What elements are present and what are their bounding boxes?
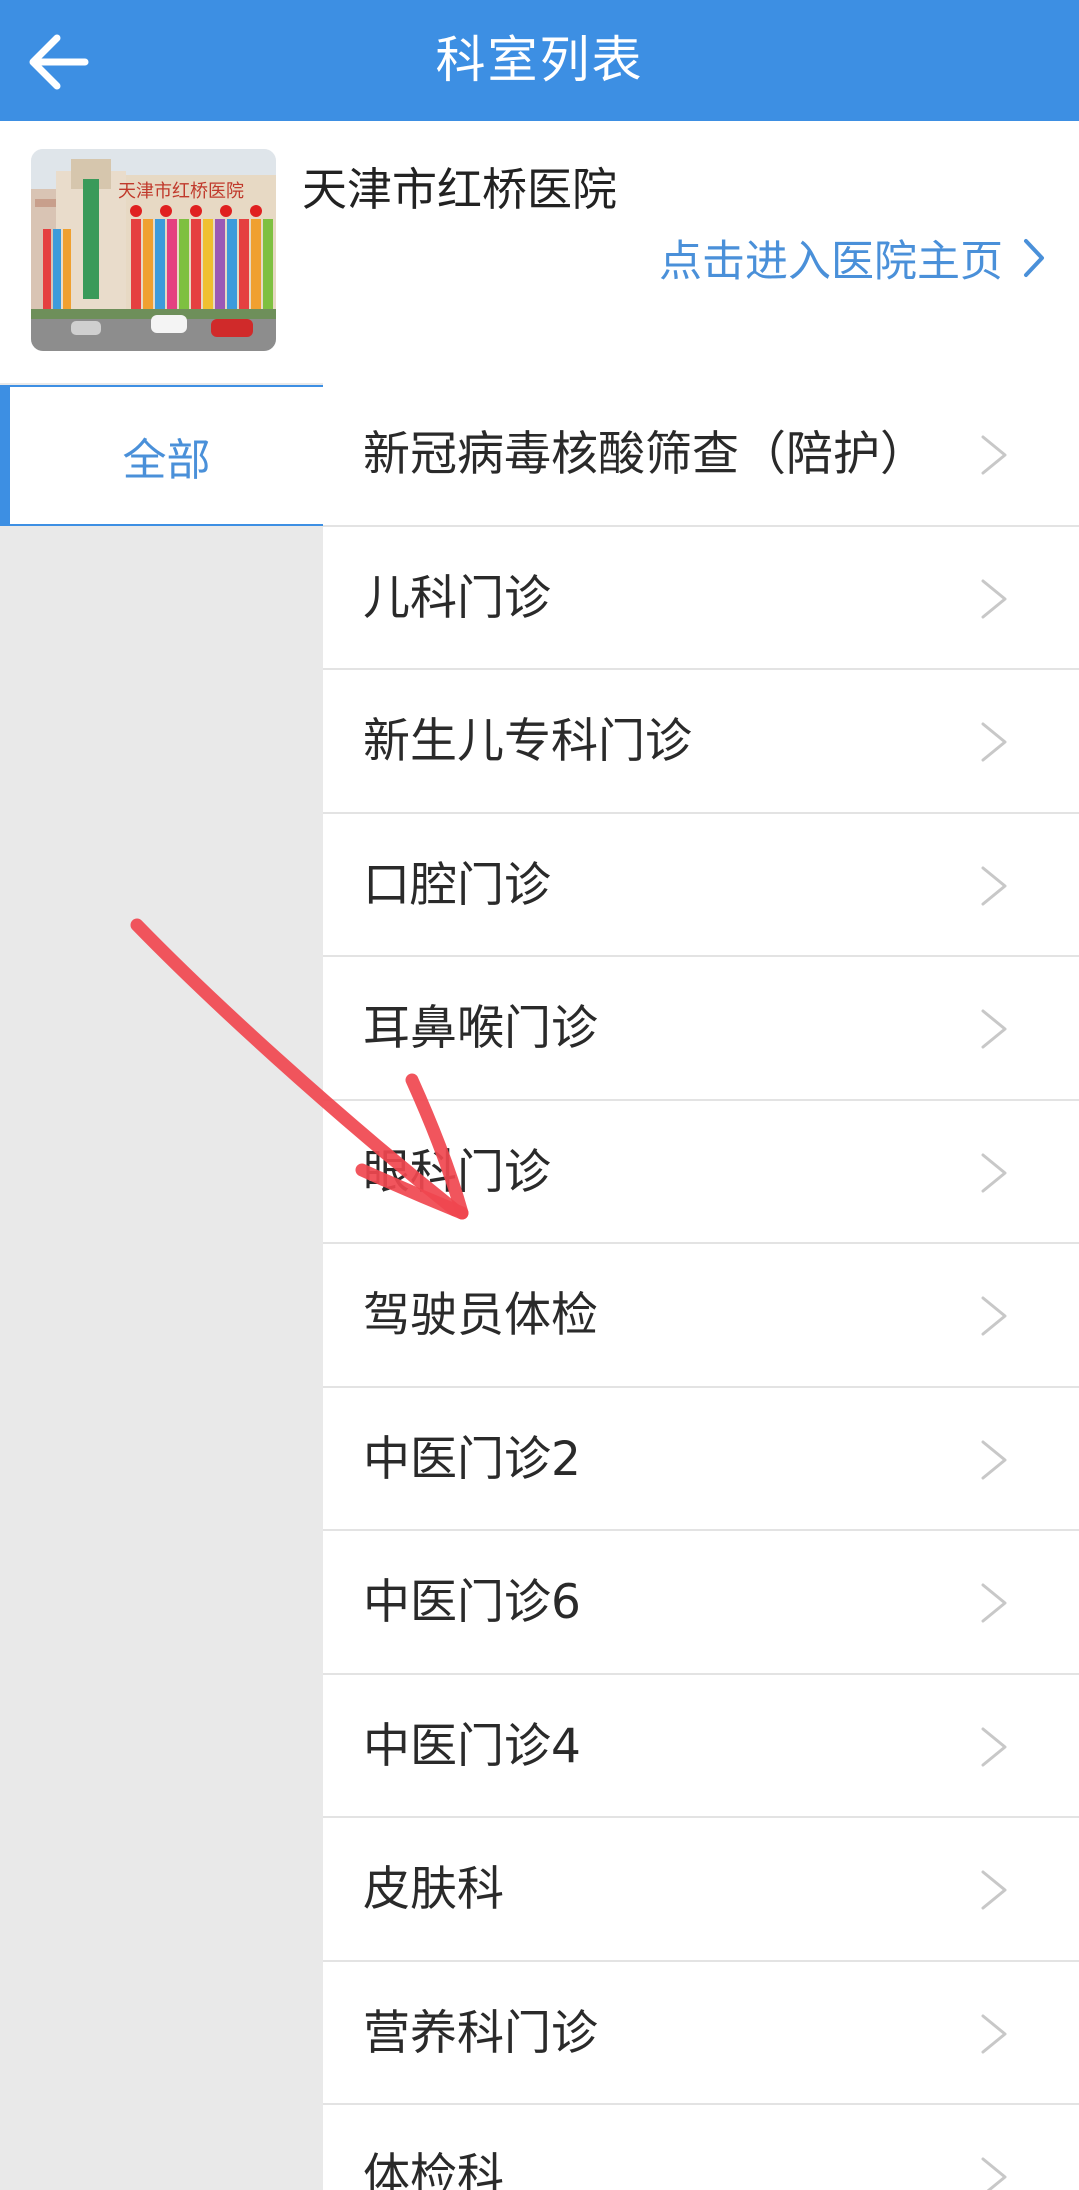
department-label: 体检科	[363, 2149, 504, 2190]
category-sidebar: 全部	[0, 383, 323, 2190]
chevron-right-icon	[981, 579, 1007, 618]
department-label: 皮肤科	[363, 1862, 504, 1917]
list-item[interactable]: 耳鼻喉门诊	[323, 957, 1079, 1101]
department-label: 新生儿专科门诊	[363, 714, 692, 769]
list-item[interactable]: 体检科	[323, 2105, 1079, 2190]
list-item[interactable]: 眼科门诊	[323, 1101, 1079, 1244]
chevron-right-icon	[981, 1583, 1007, 1623]
app-screen: 科室列表 天津市红桥医院 天津市红桥医院 点击进入医院主页 全部 新冠病毒核酸筛…	[0, 0, 1079, 2190]
sidebar-item-all[interactable]: 全部	[0, 385, 323, 526]
hospital-homepage-link[interactable]: 点击进入医院主页	[659, 227, 1045, 289]
back-button[interactable]	[18, 22, 98, 102]
list-item[interactable]: 中医门诊6	[323, 1531, 1079, 1675]
chevron-right-icon	[981, 866, 1007, 905]
hospital-photo: 天津市红桥医院	[31, 149, 276, 351]
department-label: 驾驶员体检	[363, 1288, 598, 1343]
department-label: 耳鼻喉门诊	[363, 1001, 598, 1056]
department-label: 口腔门诊	[363, 857, 551, 913]
department-label: 眼科门诊	[363, 1144, 551, 1200]
list-item[interactable]: 儿科门诊	[323, 527, 1079, 670]
list-item[interactable]: 新冠病毒核酸筛查（陪护）	[323, 383, 1079, 527]
chevron-right-icon	[981, 435, 1007, 475]
list-item[interactable]: 营养科门诊	[323, 1962, 1079, 2105]
chevron-right-icon	[981, 2157, 1007, 2190]
chevron-right-icon	[981, 1440, 1007, 1479]
chevron-right-icon	[981, 1727, 1007, 1766]
sidebar-item-label: 全部	[122, 434, 211, 486]
list-item[interactable]: 驾驶员体检	[323, 1244, 1079, 1388]
hospital-sign-text: 天津市红桥医院	[118, 181, 244, 202]
list-item[interactable]: 皮肤科	[323, 1818, 1079, 1962]
department-label: 中医门诊6	[363, 1575, 581, 1630]
department-label: 中医门诊2	[363, 1431, 581, 1487]
chevron-right-icon	[981, 722, 1007, 762]
list-item[interactable]: 口腔门诊	[323, 814, 1079, 957]
chevron-right-icon	[981, 1153, 1007, 1192]
hospital-building-image: 天津市红桥医院	[31, 149, 276, 351]
arrow-left-icon	[29, 34, 89, 90]
department-label: 营养科门诊	[363, 2005, 598, 2061]
chevron-right-icon	[1023, 238, 1045, 278]
department-label: 新冠病毒核酸筛查（陪护）	[363, 427, 927, 482]
hospital-card: 天津市红桥医院 天津市红桥医院 点击进入医院主页	[0, 121, 1079, 383]
department-label: 儿科门诊	[363, 570, 551, 626]
hospital-name: 天津市红桥医院	[302, 163, 618, 216]
list-item[interactable]: 新生儿专科门诊	[323, 670, 1079, 814]
chevron-right-icon	[981, 2014, 1007, 2053]
chevron-right-icon	[981, 1009, 1007, 1049]
chevron-right-icon	[981, 1296, 1007, 1336]
list-item[interactable]: 中医门诊2	[323, 1388, 1079, 1531]
page-title: 科室列表	[435, 31, 644, 89]
list-item[interactable]: 中医门诊4	[323, 1675, 1079, 1818]
department-label: 中医门诊4	[363, 1718, 581, 1774]
department-list: 新冠病毒核酸筛查（陪护） 儿科门诊 新生儿专科门诊 口腔门诊 耳鼻喉门诊 眼科门…	[323, 383, 1079, 2190]
hospital-homepage-link-label: 点击进入医院主页	[659, 237, 1003, 287]
top-nav-bar: 科室列表	[0, 0, 1079, 121]
chevron-right-icon	[981, 1870, 1007, 1910]
